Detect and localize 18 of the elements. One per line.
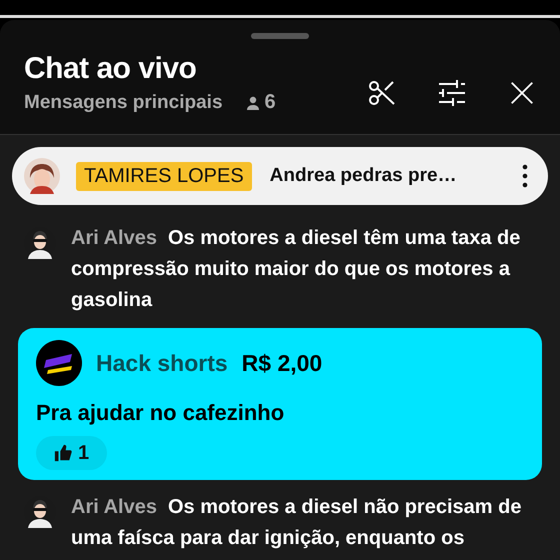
viewer-count: 6	[264, 91, 276, 114]
drag-handle[interactable]	[251, 33, 309, 39]
channel-logo-icon	[36, 340, 82, 386]
chat-mode-label[interactable]: Mensagens principais	[24, 92, 223, 114]
pinned-message[interactable]: TAMIRES LOPES Andrea pedras pre…	[12, 147, 548, 205]
message-text: Ari Alves Os motores a diesel não precisam de uma faísca para dar ignição, enquanto os	[71, 495, 522, 551]
like-button[interactable]: 1	[36, 436, 108, 470]
pinned-text: Andrea pedras pre…	[270, 165, 458, 187]
message-text: Pra ajudar no cafezinho	[36, 400, 284, 426]
more-icon[interactable]	[522, 164, 528, 188]
avatar-icon	[24, 158, 60, 194]
person-icon	[244, 94, 261, 110]
author-tag: TAMIRES LOPES	[76, 162, 252, 190]
thumbs-up-icon	[54, 444, 72, 462]
donation-amount: R$ 2,00	[242, 350, 322, 376]
chat-title: Chat ao vivo	[24, 51, 198, 87]
author-name: Hack shorts	[96, 350, 228, 376]
message-text: Ari Alves Os motores a diesel têm uma taxa de compressão muito maior do que os motores a gasolina	[71, 226, 522, 313]
